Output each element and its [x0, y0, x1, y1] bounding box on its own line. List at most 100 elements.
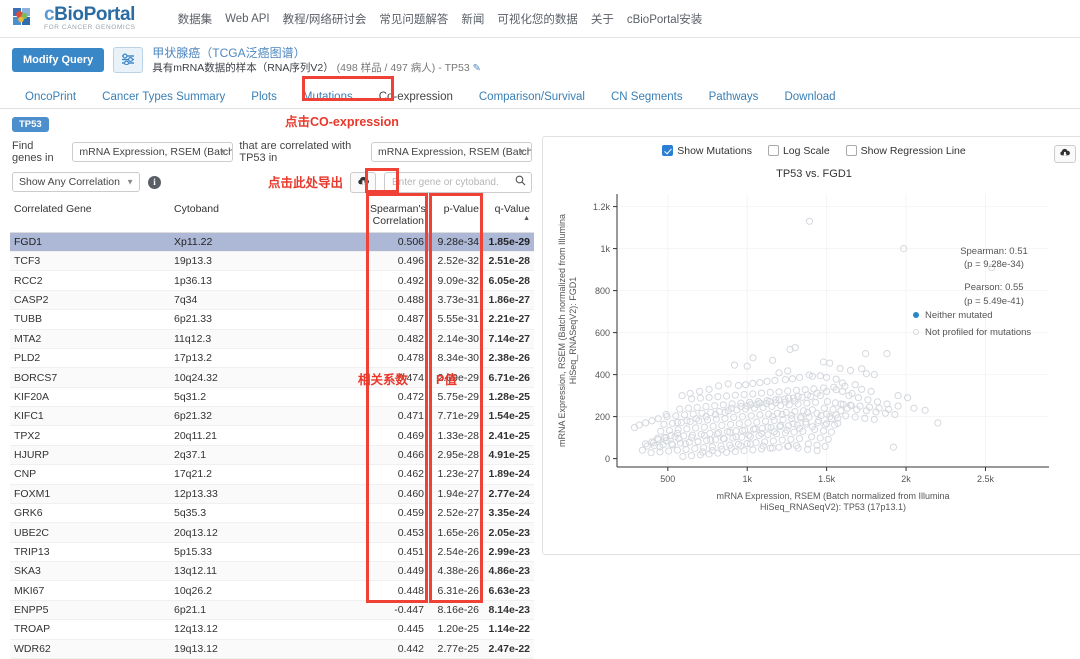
show-regression-line-checkbox[interactable]: [845, 145, 857, 157]
tab-oncoprint[interactable]: OncoPrint: [12, 86, 89, 108]
profile-a-select[interactable]: mRNA Expression, RSEM (Batch normalized …: [72, 141, 234, 162]
search-icon[interactable]: [515, 175, 526, 189]
cell-p-value: 2.52e-27: [428, 503, 483, 524]
cell-cytoband: 2q37.1: [170, 445, 366, 466]
topnav-item-visualize[interactable]: 可视化您的数据: [497, 11, 578, 27]
spearman-pvalue: (p = 9.28e-34): [964, 259, 1024, 271]
table-row[interactable]: TCF3 19p13.3 0.496 2.52e-32 2.51e-28: [10, 251, 534, 272]
svg-text:mRNA Expression, RSEM (Batch n: mRNA Expression, RSEM (Batch normalized …: [557, 214, 567, 447]
cell-spearman-correlation: 0.466: [366, 445, 428, 466]
topnav-item-faq[interactable]: 常见问题解答: [379, 11, 448, 27]
tab-mutations[interactable]: Mutations: [290, 86, 366, 108]
col-q-value[interactable]: q-Value ▲: [483, 199, 534, 233]
cell-spearman-correlation: 0.469: [366, 425, 428, 446]
download-chart-button[interactable]: [1054, 144, 1076, 163]
table-row[interactable]: RCC2 1p36.13 0.492 9.09e-32 6.05e-28: [10, 270, 534, 291]
table-row[interactable]: CNP 17q21.2 0.462 1.23e-27 1.89e-24: [10, 464, 534, 485]
show-mutations-option[interactable]: Show Mutations: [662, 145, 752, 157]
tab-pathways[interactable]: Pathways: [696, 86, 772, 108]
table-row[interactable]: TROAP 12q13.12 0.445 1.20e-25 1.14e-22: [10, 619, 534, 640]
chevron-down-icon: ▼: [126, 177, 134, 187]
show-regression-line-option[interactable]: Show Regression Line: [845, 145, 966, 157]
cell-spearman-correlation: 0.492: [366, 270, 428, 291]
cell-cytoband: 10q24.32: [170, 367, 366, 388]
table-row[interactable]: FGD1 Xp11.22 0.506 9.28e-34 1.85e-29: [10, 232, 534, 253]
result-tabs: OncoPrint Cancer Types Summary Plots Mut…: [0, 82, 1080, 109]
tab-comparison-survival[interactable]: Comparison/Survival: [466, 86, 598, 108]
table-row[interactable]: CASP2 7q34 0.488 3.73e-31 1.86e-27: [10, 290, 534, 311]
top-nav-links: 数据集 Web API 教程/网络研讨会 常见问题解答 新闻 可视化您的数据 关…: [178, 11, 703, 27]
cell-cytoband: 19p13.3: [170, 251, 366, 272]
topnav-item-news[interactable]: 新闻: [461, 11, 484, 27]
query-settings-button[interactable]: [113, 47, 144, 74]
table-header-row: Correlated Gene Cytoband Spearman's Corr…: [10, 199, 534, 233]
col-spearmans-correlation[interactable]: Spearman's Correlation: [366, 199, 428, 233]
gene-search-box[interactable]: [384, 171, 532, 193]
cell-spearman-correlation: 0.482: [366, 329, 428, 349]
table-row[interactable]: ENPP5 6p21.1 -0.447 8.16e-26 8.14e-23: [10, 600, 534, 621]
show-mutations-checkbox[interactable]: [662, 145, 674, 157]
col-correlated-gene[interactable]: Correlated Gene: [10, 199, 170, 233]
legend-item-not-profiled[interactable]: Not profiled for mutations: [913, 327, 1073, 338]
legend-item-neither-mutated[interactable]: Neither mutated: [913, 310, 1073, 321]
cell-q-value: 2.47e-22: [483, 639, 534, 659]
table-row[interactable]: UBE2C 20q13.12 0.453 1.65e-26 2.05e-23: [10, 522, 534, 543]
cell-cytoband: 12p13.33: [170, 484, 366, 504]
cell-gene: SKA3: [10, 561, 170, 582]
cell-cytoband: 5q31.2: [170, 387, 366, 408]
table-row[interactable]: KIFC1 6p21.32 0.471 7.71e-29 1.54e-25: [10, 406, 534, 427]
chart-title: TP53 vs. FGD1: [776, 167, 852, 180]
info-icon[interactable]: i: [148, 175, 161, 189]
table-row[interactable]: GRK6 5q35.3 0.459 2.52e-27 3.35e-24: [10, 503, 534, 524]
cbioportal-logo[interactable]: cBioPortal FOR CANCER GENOMICS: [12, 5, 136, 32]
table-row[interactable]: HJURP 2q37.1 0.466 2.95e-28 4.91e-25: [10, 445, 534, 466]
cell-spearman-correlation: -0.447: [366, 600, 428, 621]
cell-gene: KIF20A: [10, 387, 170, 408]
gene-pill-tp53[interactable]: TP53: [12, 116, 49, 132]
table-row[interactable]: PLD2 17p13.2 0.478 8.34e-30 2.38e-26: [10, 348, 534, 369]
scatter-plot-area[interactable]: 0 200 400 600 800 1k 1.2k 500 1k 1.5k 2k 2.5k mRNA E…: [549, 182, 1079, 527]
cell-q-value: 4.86e-23: [483, 561, 534, 582]
pearson-pvalue: (p = 5.49e-41): [964, 295, 1024, 307]
download-table-button[interactable]: [350, 171, 376, 193]
cell-spearman-correlation: 0.460: [366, 484, 428, 504]
table-row[interactable]: KIF20A 5q31.2 0.472 5.75e-29 1.28e-25: [10, 387, 534, 408]
table-row[interactable]: MKI67 10q26.2 0.448 6.31e-26 6.63e-23: [10, 580, 534, 601]
modify-query-button[interactable]: Modify Query: [12, 48, 105, 73]
table-row[interactable]: TPX2 20q11.21 0.469 1.33e-28 2.41e-25: [10, 425, 534, 446]
col-cytoband[interactable]: Cytoband: [170, 199, 366, 233]
correlation-filter-select[interactable]: Show Any Correlation ▼: [12, 172, 140, 193]
tab-cn-segments[interactable]: CN Segments: [598, 86, 696, 108]
search-input[interactable]: [390, 175, 511, 189]
tab-cancer-types-summary[interactable]: Cancer Types Summary: [89, 86, 238, 108]
cell-gene: RCC2: [10, 270, 170, 291]
cell-spearman-correlation: 0.488: [366, 290, 428, 311]
topnav-item-install[interactable]: cBioPortal安装: [627, 11, 702, 27]
tab-plots[interactable]: Plots: [238, 86, 290, 108]
logo-title-rest: BioPortal: [54, 4, 136, 26]
topnav-item-about[interactable]: 关于: [591, 11, 614, 27]
svg-text:400: 400: [595, 369, 610, 379]
topnav-item-tutorials[interactable]: 教程/网络研讨会: [283, 11, 367, 27]
pencil-icon[interactable]: ✎: [473, 63, 481, 74]
tab-co-expression[interactable]: Co-expression: [365, 85, 466, 108]
table-row[interactable]: FOXM1 12p13.33 0.460 1.94e-27 2.77e-24: [10, 484, 534, 504]
table-row[interactable]: WDR62 19q13.12 0.442 2.77e-25 2.47e-22: [10, 639, 534, 659]
table-row[interactable]: MTA2 11q12.3 0.482 2.14e-30 7.14e-27: [10, 329, 534, 349]
svg-text:1k: 1k: [742, 474, 752, 484]
profile-b-select[interactable]: mRNA Expression, RSEM (Batch normalized …: [371, 141, 532, 162]
svg-text:HiSeq_RNASeqV2): FGD1: HiSeq_RNASeqV2): FGD1: [568, 276, 578, 384]
table-row[interactable]: SKA3 13q12.11 0.449 4.38e-26 4.86e-23: [10, 561, 534, 582]
log-scale-option[interactable]: Log Scale: [767, 145, 830, 157]
col-p-value[interactable]: p-Value: [428, 199, 483, 233]
cell-p-value: 8.34e-30: [428, 348, 483, 369]
study-title[interactable]: 甲状腺癌（TCGA泛癌图谱）: [152, 45, 481, 61]
log-scale-checkbox[interactable]: [767, 145, 779, 157]
cell-gene: MKI67: [10, 580, 170, 601]
topnav-item-webapi[interactable]: Web API: [225, 13, 270, 25]
tab-download[interactable]: Download: [771, 86, 848, 108]
table-row[interactable]: TUBB 6p21.33 0.487 5.55e-31 2.21e-27: [10, 309, 534, 330]
table-row[interactable]: TRIP13 5p15.33 0.451 2.54e-26 2.99e-23: [10, 542, 534, 563]
cell-spearman-correlation: 0.478: [366, 348, 428, 369]
topnav-item-datasets[interactable]: 数据集: [178, 11, 213, 27]
